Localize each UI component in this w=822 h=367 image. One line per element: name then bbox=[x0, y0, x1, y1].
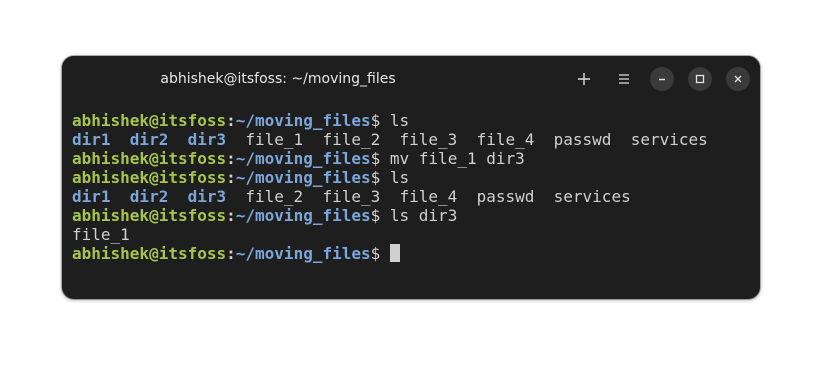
hamburger-menu-icon bbox=[619, 74, 629, 84]
prompt-path: ~/moving_files bbox=[235, 149, 371, 168]
directory-entry: dir3 bbox=[187, 130, 227, 149]
ls-output-line: dir1 dir2 dir3 file_2 file_3 file_4 pass… bbox=[72, 187, 750, 206]
file-entry: services bbox=[630, 130, 708, 149]
directory-entry: dir2 bbox=[129, 130, 169, 149]
directory-entry: dir1 bbox=[72, 187, 111, 206]
prompt-line: abhishek@itsfoss:~/moving_files$ bbox=[72, 244, 750, 263]
prompt-user-host: abhishek@itsfoss bbox=[72, 111, 227, 130]
maximize-icon bbox=[695, 74, 705, 84]
prompt-colon: : bbox=[226, 149, 236, 168]
prompt-symbol: $ bbox=[370, 168, 390, 187]
minimize-button[interactable] bbox=[650, 67, 674, 91]
prompt-colon: : bbox=[226, 111, 236, 130]
title-bar[interactable]: abhishek@itsfoss: ~/moving_files bbox=[62, 56, 760, 102]
text-cursor bbox=[389, 244, 400, 262]
prompt-path: ~/moving_files bbox=[235, 206, 371, 225]
terminal-window: abhishek@itsfoss: ~/moving_files abhishe… bbox=[62, 56, 760, 299]
menu-button[interactable] bbox=[612, 67, 636, 91]
prompt-user-host: abhishek@itsfoss bbox=[72, 168, 227, 187]
terminal-output[interactable]: abhishek@itsfoss:~/moving_files$ ls dir1 … bbox=[72, 111, 750, 263]
prompt-symbol: $ bbox=[370, 111, 390, 130]
directory-entry: dir1 bbox=[72, 130, 111, 149]
output-line: file_1 bbox=[72, 225, 750, 244]
prompt-path: ~/moving_files bbox=[235, 111, 371, 130]
file-entry: file_2 bbox=[322, 130, 381, 149]
close-button[interactable] bbox=[726, 67, 750, 91]
prompt-line: abhishek@itsfoss:~/moving_files$ ls bbox=[72, 111, 750, 130]
prompt-user-host: abhishek@itsfoss bbox=[72, 244, 227, 263]
prompt-colon: : bbox=[226, 244, 236, 263]
prompt-line: abhishek@itsfoss:~/moving_files$ ls bbox=[72, 168, 750, 187]
command-text: mv file_1 dir3 bbox=[389, 149, 525, 168]
prompt-user-host: abhishek@itsfoss bbox=[72, 206, 227, 225]
new-tab-button[interactable] bbox=[572, 67, 596, 91]
file-entry: services bbox=[553, 187, 631, 206]
prompt-symbol: $ bbox=[370, 206, 390, 225]
prompt-colon: : bbox=[226, 206, 236, 225]
maximize-button[interactable] bbox=[688, 67, 712, 91]
directory-entry: dir2 bbox=[129, 187, 169, 206]
window-title: abhishek@itsfoss: ~/moving_files bbox=[160, 71, 396, 87]
output-text: file_1 bbox=[72, 225, 130, 244]
file-entry: file_2 bbox=[245, 187, 304, 206]
file-entry: file_4 bbox=[399, 187, 458, 206]
prompt-line: abhishek@itsfoss:~/moving_files$ ls dir3 bbox=[72, 206, 750, 225]
command-text: ls bbox=[389, 111, 410, 130]
prompt-user-host: abhishek@itsfoss bbox=[72, 149, 227, 168]
file-entry: passwd bbox=[476, 187, 535, 206]
command-text: ls dir3 bbox=[389, 206, 458, 225]
file-entry: file_4 bbox=[476, 130, 535, 149]
file-entry: file_3 bbox=[322, 187, 381, 206]
prompt-path: ~/moving_files bbox=[235, 244, 371, 263]
prompt-colon: : bbox=[226, 168, 236, 187]
prompt-line: abhishek@itsfoss:~/moving_files$ mv file… bbox=[72, 149, 750, 168]
prompt-symbol: $ bbox=[370, 244, 390, 263]
file-entry: passwd bbox=[553, 130, 612, 149]
directory-entry: dir3 bbox=[187, 187, 227, 206]
close-icon bbox=[734, 75, 742, 83]
ls-output-line: dir1 dir2 dir3 file_1 file_2 file_3 file… bbox=[72, 130, 750, 149]
minimize-icon bbox=[659, 78, 665, 81]
file-entry: file_1 bbox=[245, 130, 304, 149]
prompt-path: ~/moving_files bbox=[235, 168, 371, 187]
file-entry: file_3 bbox=[399, 130, 458, 149]
plus-icon bbox=[578, 73, 590, 85]
command-text: ls bbox=[389, 168, 410, 187]
prompt-symbol: $ bbox=[370, 149, 390, 168]
